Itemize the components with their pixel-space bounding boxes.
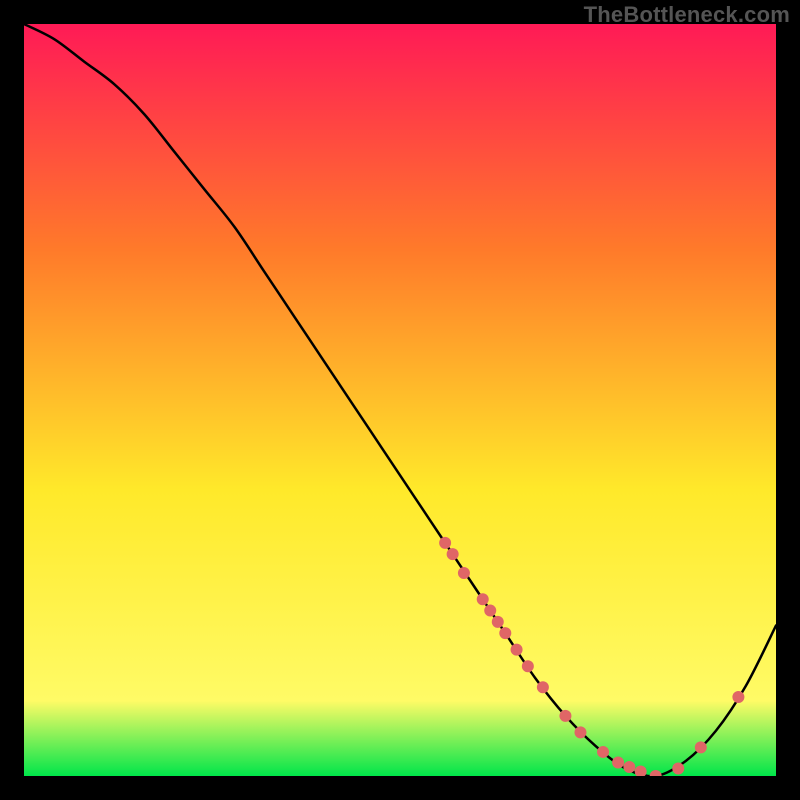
highlight-point — [574, 726, 586, 738]
highlight-point — [522, 660, 534, 672]
highlight-point — [612, 756, 624, 768]
plot-background — [24, 24, 776, 776]
highlight-point — [447, 548, 459, 560]
highlight-point — [458, 567, 470, 579]
highlight-point — [499, 627, 511, 639]
highlight-point — [477, 593, 489, 605]
highlight-point — [623, 761, 635, 773]
chart-svg — [24, 24, 776, 776]
highlight-point — [597, 746, 609, 758]
highlight-point — [695, 741, 707, 753]
highlight-point — [484, 605, 496, 617]
highlight-point — [732, 691, 744, 703]
highlight-point — [672, 762, 684, 774]
highlight-point — [492, 616, 504, 628]
highlight-point — [439, 537, 451, 549]
chart-frame: TheBottleneck.com — [0, 0, 800, 800]
highlight-point — [559, 710, 571, 722]
plot-area — [24, 24, 776, 776]
highlight-point — [511, 644, 523, 656]
highlight-point — [537, 681, 549, 693]
